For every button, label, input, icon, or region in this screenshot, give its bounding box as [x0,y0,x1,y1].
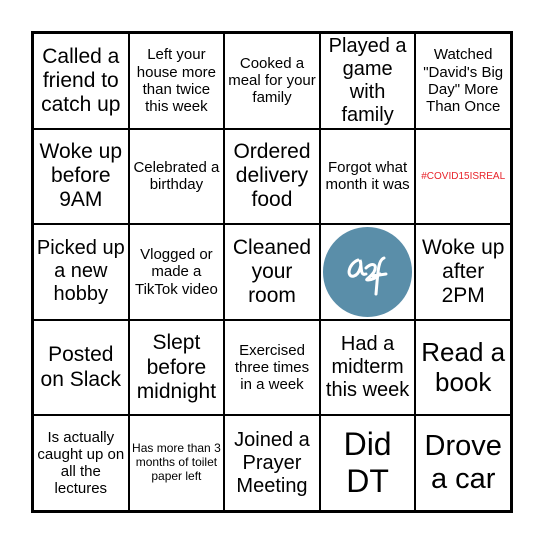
bingo-cell[interactable]: Picked up a new hobby [33,224,129,320]
bingo-cell[interactable]: Vlogged or made a TikTok video [128,224,225,320]
bingo-cell-text: Joined a Prayer Meeting [234,428,310,497]
bingo-cell[interactable]: Cleaned your room [224,224,320,320]
bingo-cell[interactable]: #COVID15ISREAL [415,128,511,225]
bingo-cell-text: Called a friend to catch up [41,44,121,116]
bingo-cell[interactable]: Slept before midnight [128,319,225,416]
bingo-cell-text: Cooked a meal for your family [228,54,316,107]
bingo-cell-text: Is actually caught up on all the lecture… [37,428,125,498]
bingo-card: Called a friend to catch up Left your hou… [31,31,513,513]
bingo-cell[interactable]: Left your house more than twice this wee… [128,33,225,129]
bingo-cell[interactable]: Celebrated a birthday [128,128,225,225]
free-space-cell[interactable] [319,224,416,320]
bingo-cell[interactable]: Woke up after 2PM [415,224,511,320]
bingo-cell[interactable]: Woke up before 9AM [33,128,129,225]
bingo-cell[interactable]: Exercised three times in a week [224,319,320,416]
bingo-cell[interactable]: Is actually caught up on all the lecture… [33,415,129,511]
bingo-cell[interactable]: Forgot what month it was [319,128,416,225]
bingo-cell-text: Cleaned your room [232,235,312,308]
bingo-cell[interactable]: Has more than 3 months of toilet paper l… [128,415,225,511]
bingo-cell[interactable]: Posted on Slack [33,319,129,416]
bingo-cell-text: Forgot what month it was [325,159,410,194]
bingo-cell[interactable]: Did DT [319,415,416,511]
bingo-cell-text: Ordered delivery food [233,140,311,212]
bingo-cell[interactable]: Watched "David's Big Day" More Than Once [415,33,511,129]
bingo-cell-text: Woke up after 2PM [421,235,505,308]
bingo-cell-text: Did DT [343,426,392,500]
bingo-cell-text: #COVID15ISREAL [421,170,506,182]
bingo-cell-text: Celebrated a birthday [133,159,220,194]
bingo-cell-text: Had a midterm this week [325,333,410,402]
bingo-cell-text: Posted on Slack [40,343,122,391]
bingo-cell-text: Vlogged or made a TikTok video [134,246,218,298]
bingo-cell-text: Slept before midnight [136,331,217,403]
bingo-cell[interactable]: Ordered delivery food [224,128,320,225]
bingo-cell-text: Woke up before 9AM [39,140,123,212]
bingo-cell[interactable]: Joined a Prayer Meeting [224,415,320,511]
bingo-cell-text: Left your house more than twice this wee… [136,46,216,116]
bingo-cell-text: Watched "David's Big Day" More Than Once [423,46,504,116]
bingo-cell[interactable]: Cooked a meal for your family [224,33,320,129]
bingo-cell-text: Played a game with family [328,34,407,126]
bingo-cell-text: Has more than 3 months of toilet paper l… [132,441,221,484]
bingo-cell[interactable]: Read a book [415,319,511,416]
bingo-cell[interactable]: Called a friend to catch up [33,33,129,129]
bingo-cell[interactable]: Drove a car [415,415,511,511]
bingo-cell-text: Exercised three times in a week [234,341,310,394]
bingo-cell-text: Drove a car [424,429,502,496]
logo-circle-icon [322,227,413,317]
bingo-cell[interactable]: Had a midterm this week [319,319,416,416]
bingo-cell-text: Picked up a new hobby [36,237,125,306]
bingo-cell-text: Read a book [421,336,506,397]
bingo-cell[interactable]: Played a game with family [319,33,416,129]
